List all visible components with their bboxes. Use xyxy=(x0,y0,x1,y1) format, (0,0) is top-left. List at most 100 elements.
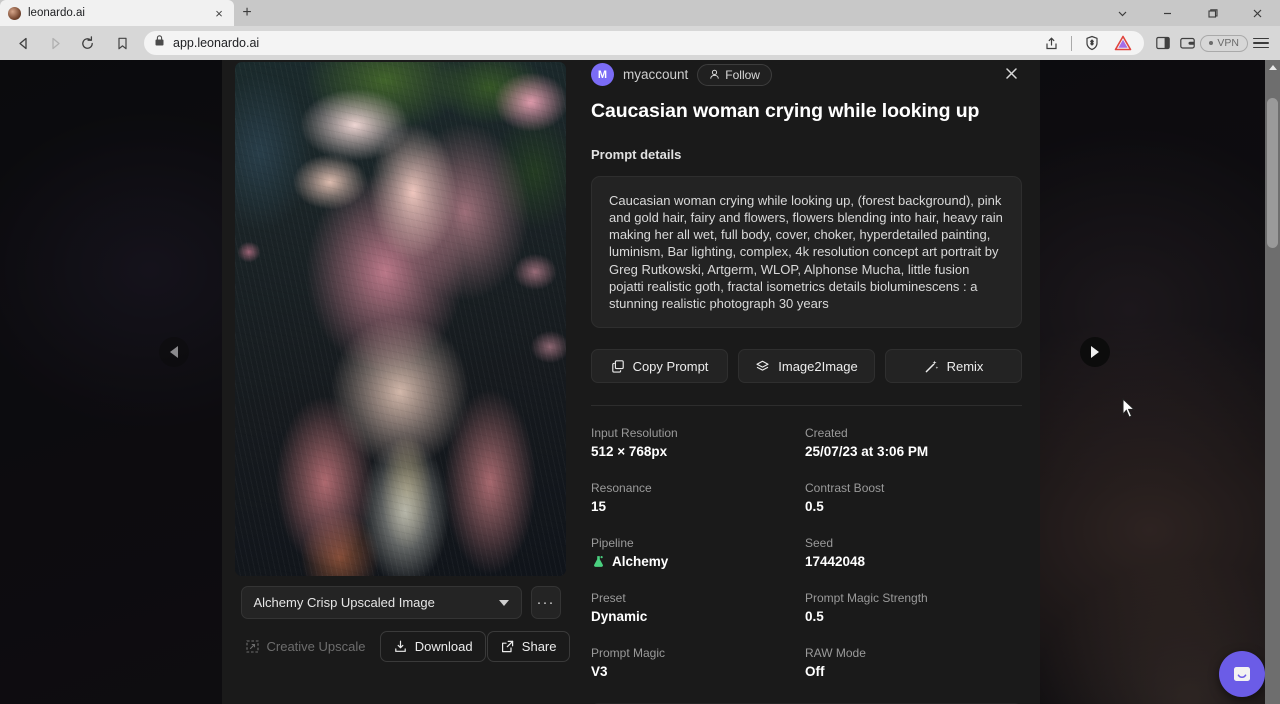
metadata-value: V3 xyxy=(591,664,805,679)
metadata-item-prompt-magic: Prompt Magic V3 xyxy=(591,646,805,679)
metadata-label: Prompt Magic xyxy=(591,646,805,660)
share-box-icon xyxy=(500,639,515,654)
prompt-details-label: Prompt details xyxy=(591,147,1022,162)
image-texture-overlay xyxy=(235,62,566,576)
page-viewport: Alchemy Crisp Upscaled Image ··· Creativ… xyxy=(0,60,1280,704)
metadata-value: Dynamic xyxy=(591,609,805,624)
url-text: app.leonardo.ai xyxy=(173,36,1032,50)
model-variant-select[interactable]: Alchemy Crisp Upscaled Image xyxy=(241,586,522,619)
image-detail-modal: Alchemy Crisp Upscaled Image ··· Creativ… xyxy=(222,60,1040,704)
details-panel: M myaccount Follow Caucasian woman cryin… xyxy=(579,60,1040,704)
minimize-icon[interactable] xyxy=(1145,0,1190,26)
download-button[interactable]: Download xyxy=(380,631,486,662)
metadata-item-raw-mode: RAW Mode Off xyxy=(805,646,1022,679)
more-options-button[interactable]: ··· xyxy=(531,586,561,619)
bookmark-icon[interactable] xyxy=(108,29,136,57)
tab-strip: leonardo.ai × + xyxy=(0,0,1280,26)
model-variant-label: Alchemy Crisp Upscaled Image xyxy=(254,595,499,610)
page-title: Caucasian woman crying while looking up xyxy=(591,100,1022,123)
metadata-value-pipeline: Alchemy xyxy=(591,554,805,569)
chevron-down-icon xyxy=(499,600,509,606)
metadata-grid: Input Resolution 512 × 768px Created 25/… xyxy=(591,426,1022,679)
metadata-value: 25/07/23 at 3:06 PM xyxy=(805,444,1022,459)
chevron-right-icon xyxy=(1091,346,1099,358)
reload-icon[interactable] xyxy=(72,29,102,57)
download-label: Download xyxy=(415,639,473,654)
sidebar-panel-icon[interactable] xyxy=(1152,32,1174,54)
metadata-item-seed: Seed 17442048 xyxy=(805,536,1022,569)
close-modal-icon[interactable] xyxy=(1000,62,1022,84)
pipeline-value: Alchemy xyxy=(612,554,668,569)
share-label: Share xyxy=(522,639,557,654)
back-arrow-icon[interactable] xyxy=(8,29,38,57)
layers-icon xyxy=(755,359,770,374)
download-icon xyxy=(393,639,408,654)
share-button[interactable]: Share xyxy=(487,631,570,662)
image-panel: Alchemy Crisp Upscaled Image ··· Creativ… xyxy=(222,60,579,704)
vpn-label: VPN xyxy=(1217,37,1239,49)
restore-icon[interactable] xyxy=(1190,0,1235,26)
vpn-toggle-button[interactable]: VPN xyxy=(1200,35,1248,52)
modal-scroll-area: Alchemy Crisp Upscaled Image ··· Creativ… xyxy=(222,60,1040,704)
brave-shield-icon[interactable] xyxy=(1081,32,1103,54)
alchemy-flask-icon xyxy=(591,554,606,569)
prompt-text: Caucasian woman crying while looking up,… xyxy=(609,192,1004,312)
metadata-item-contrast-boost: Contrast Boost 0.5 xyxy=(805,481,1022,514)
image2image-label: Image2Image xyxy=(778,359,858,374)
intercom-chat-button[interactable] xyxy=(1219,651,1265,697)
chevron-down-icon[interactable] xyxy=(1100,0,1145,26)
metadata-value: 17442048 xyxy=(805,554,1022,569)
metadata-item-preset: Preset Dynamic xyxy=(591,591,805,624)
generated-image[interactable] xyxy=(235,62,566,576)
close-icon[interactable]: × xyxy=(212,7,226,20)
hamburger-menu-icon[interactable] xyxy=(1250,32,1272,54)
tab-title: leonardo.ai xyxy=(28,7,205,19)
metadata-value: 512 × 768px xyxy=(591,444,805,459)
image-action-row: Creative Upscale Download Share xyxy=(232,631,570,662)
chat-smiley-icon xyxy=(1230,662,1254,686)
copy-prompt-button[interactable]: Copy Prompt xyxy=(591,349,728,383)
follow-button[interactable]: Follow xyxy=(697,64,772,86)
copy-icon xyxy=(611,359,625,373)
metadata-label: Contrast Boost xyxy=(805,481,1022,495)
avatar[interactable]: M xyxy=(591,63,614,86)
metadata-label: Input Resolution xyxy=(591,426,805,440)
follow-label: Follow xyxy=(725,68,760,82)
image2image-button[interactable]: Image2Image xyxy=(738,349,875,383)
author-row: M myaccount Follow xyxy=(591,60,1022,86)
author-name[interactable]: myaccount xyxy=(623,67,688,82)
wallet-icon[interactable] xyxy=(1176,32,1198,54)
previous-image-arrow-button[interactable] xyxy=(159,337,189,367)
follow-person-icon xyxy=(709,69,720,80)
metadata-label: Created xyxy=(805,426,1022,440)
page-scrollbar[interactable] xyxy=(1265,60,1280,704)
browser-tab[interactable]: leonardo.ai × xyxy=(0,0,234,26)
upscale-icon xyxy=(245,639,260,654)
new-tab-button[interactable]: + xyxy=(234,0,260,26)
creative-upscale-label: Creative Upscale xyxy=(267,639,366,654)
metadata-value: 0.5 xyxy=(805,499,1022,514)
metadata-label: Seed xyxy=(805,536,1022,550)
remix-button[interactable]: Remix xyxy=(885,349,1022,383)
divider xyxy=(591,405,1022,406)
lock-icon xyxy=(154,34,165,52)
browser-toolbar: app.leonardo.ai VPN xyxy=(0,26,1280,60)
share-icon[interactable] xyxy=(1040,32,1062,54)
next-image-arrow-button[interactable] xyxy=(1080,337,1110,367)
metadata-label: RAW Mode xyxy=(805,646,1022,660)
prompt-actions-row: Copy Prompt Image2Image Remix xyxy=(591,349,1022,383)
scrollbar-up-arrow[interactable] xyxy=(1265,60,1280,75)
metadata-value: Off xyxy=(805,664,1022,679)
mouse-cursor xyxy=(1122,398,1137,420)
prompt-box[interactable]: Caucasian woman crying while looking up,… xyxy=(591,176,1022,328)
address-bar[interactable]: app.leonardo.ai xyxy=(144,31,1144,55)
divider xyxy=(1071,36,1072,51)
scrollbar-thumb[interactable] xyxy=(1267,98,1278,248)
metadata-label: Resonance xyxy=(591,481,805,495)
forward-arrow-icon xyxy=(40,29,70,57)
metadata-label: Preset xyxy=(591,591,805,605)
leonardo-favicon-icon xyxy=(8,7,21,20)
leo-ai-icon[interactable] xyxy=(1112,32,1134,54)
browser-chrome: leonardo.ai × + xyxy=(0,0,1280,60)
window-close-icon[interactable] xyxy=(1235,0,1280,26)
